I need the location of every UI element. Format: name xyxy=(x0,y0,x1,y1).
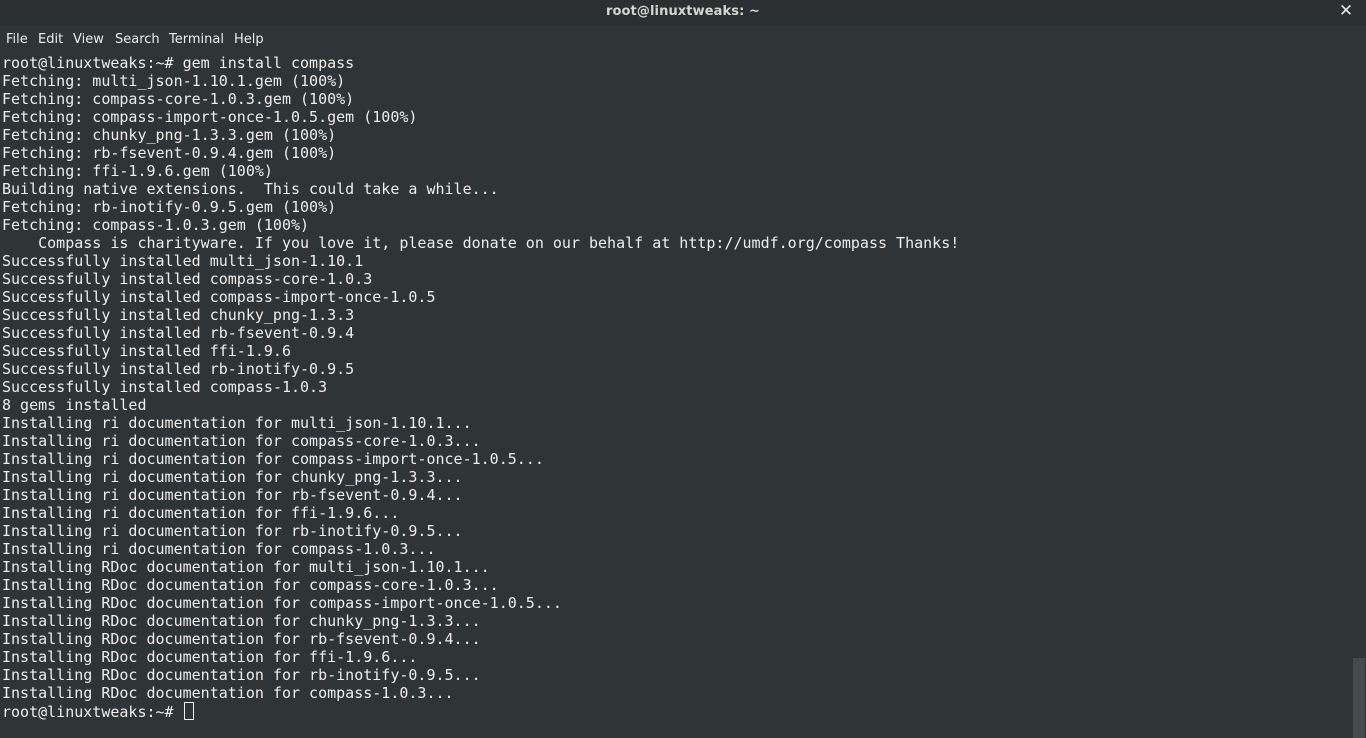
terminal-line: Compass is charityware. If you love it, … xyxy=(2,234,960,252)
terminal-line: Installing RDoc documentation for multi_… xyxy=(2,558,490,576)
prompt-line[interactable]: root@linuxtweaks:~# xyxy=(0,702,1352,721)
terminal-line: Fetching: compass-core-1.0.3.gem (100%) xyxy=(2,90,355,108)
terminal-output[interactable]: root@linuxtweaks:~# gem install compass F… xyxy=(0,54,1352,738)
terminal-line: Building native extensions. This could t… xyxy=(2,180,499,198)
terminal-line: Installing ri documentation for compass-… xyxy=(2,540,436,558)
terminal-line: Fetching: compass-import-once-1.0.5.gem … xyxy=(2,108,418,126)
text-cursor xyxy=(183,702,194,720)
terminal-line: Successfully installed multi_json-1.10.1 xyxy=(2,252,364,270)
terminal-line: Installing RDoc documentation for rb-ino… xyxy=(2,666,481,684)
terminal-line: Installing RDoc documentation for compas… xyxy=(2,576,499,594)
terminal-line: root@linuxtweaks:~# gem install compass xyxy=(2,54,355,72)
terminal-line: Successfully installed compass-core-1.0.… xyxy=(2,270,373,288)
menu-search[interactable]: Search xyxy=(115,32,160,47)
terminal-line: Installing RDoc documentation for compas… xyxy=(2,594,562,612)
window-title: root@linuxtweaks: ~ xyxy=(605,4,760,19)
menu-terminal[interactable]: Terminal xyxy=(169,32,224,47)
title-bar[interactable]: root@linuxtweaks: ~ ✕ xyxy=(0,0,1366,26)
menu-bar: File Edit View Search Terminal Help xyxy=(0,26,1366,54)
menu-view[interactable]: View xyxy=(73,32,104,47)
terminal-window: root@linuxtweaks: ~ ✕ File Edit View Sea… xyxy=(0,0,1366,738)
terminal-line: Fetching: multi_json-1.10.1.gem (100%) xyxy=(2,72,346,90)
terminal-line: Fetching: rb-fsevent-0.9.4.gem (100%) xyxy=(2,144,337,162)
terminal-line: Installing RDoc documentation for compas… xyxy=(2,684,454,702)
terminal-line: Successfully installed rb-inotify-0.9.5 xyxy=(2,360,355,378)
terminal-line: Fetching: rb-inotify-0.9.5.gem (100%) xyxy=(2,198,337,216)
terminal-line: Installing RDoc documentation for rb-fse… xyxy=(2,630,481,648)
terminal-line: Installing ri documentation for rb-fseve… xyxy=(2,486,463,504)
terminal-line: Installing ri documentation for compass-… xyxy=(2,450,544,468)
terminal-line: Installing RDoc documentation for ffi-1.… xyxy=(2,648,418,666)
terminal-line: Fetching: compass-1.0.3.gem (100%) xyxy=(2,216,310,234)
menu-help[interactable]: Help xyxy=(234,32,264,47)
terminal-lines: root@linuxtweaks:~# gem install compass F… xyxy=(0,54,1352,702)
scrollbar[interactable] xyxy=(1352,54,1366,738)
terminal-line: Successfully installed chunky_png-1.3.3 xyxy=(2,306,355,324)
terminal-line: Installing ri documentation for ffi-1.9.… xyxy=(2,504,400,522)
menu-file[interactable]: File xyxy=(6,32,28,47)
menu-edit[interactable]: Edit xyxy=(38,32,63,47)
prompt-text: root@linuxtweaks:~# xyxy=(2,703,183,721)
close-icon[interactable]: ✕ xyxy=(1336,1,1356,21)
terminal-line: Successfully installed compass-import-on… xyxy=(2,288,436,306)
terminal-line: Successfully installed compass-1.0.3 xyxy=(2,378,328,396)
terminal-line: 8 gems installed xyxy=(2,396,147,414)
terminal-line: Successfully installed rb-fsevent-0.9.4 xyxy=(2,324,355,342)
terminal-line: Installing ri documentation for rb-inoti… xyxy=(2,522,463,540)
terminal-line: Installing ri documentation for multi_js… xyxy=(2,414,472,432)
terminal-line: Fetching: chunky_png-1.3.3.gem (100%) xyxy=(2,126,337,144)
scrollbar-thumb[interactable] xyxy=(1353,658,1365,738)
terminal-line: Successfully installed ffi-1.9.6 xyxy=(2,342,291,360)
terminal-line: Installing ri documentation for chunky_p… xyxy=(2,468,463,486)
terminal-line: Installing ri documentation for compass-… xyxy=(2,432,481,450)
terminal-line: Fetching: ffi-1.9.6.gem (100%) xyxy=(2,162,273,180)
terminal-line: Installing RDoc documentation for chunky… xyxy=(2,612,481,630)
